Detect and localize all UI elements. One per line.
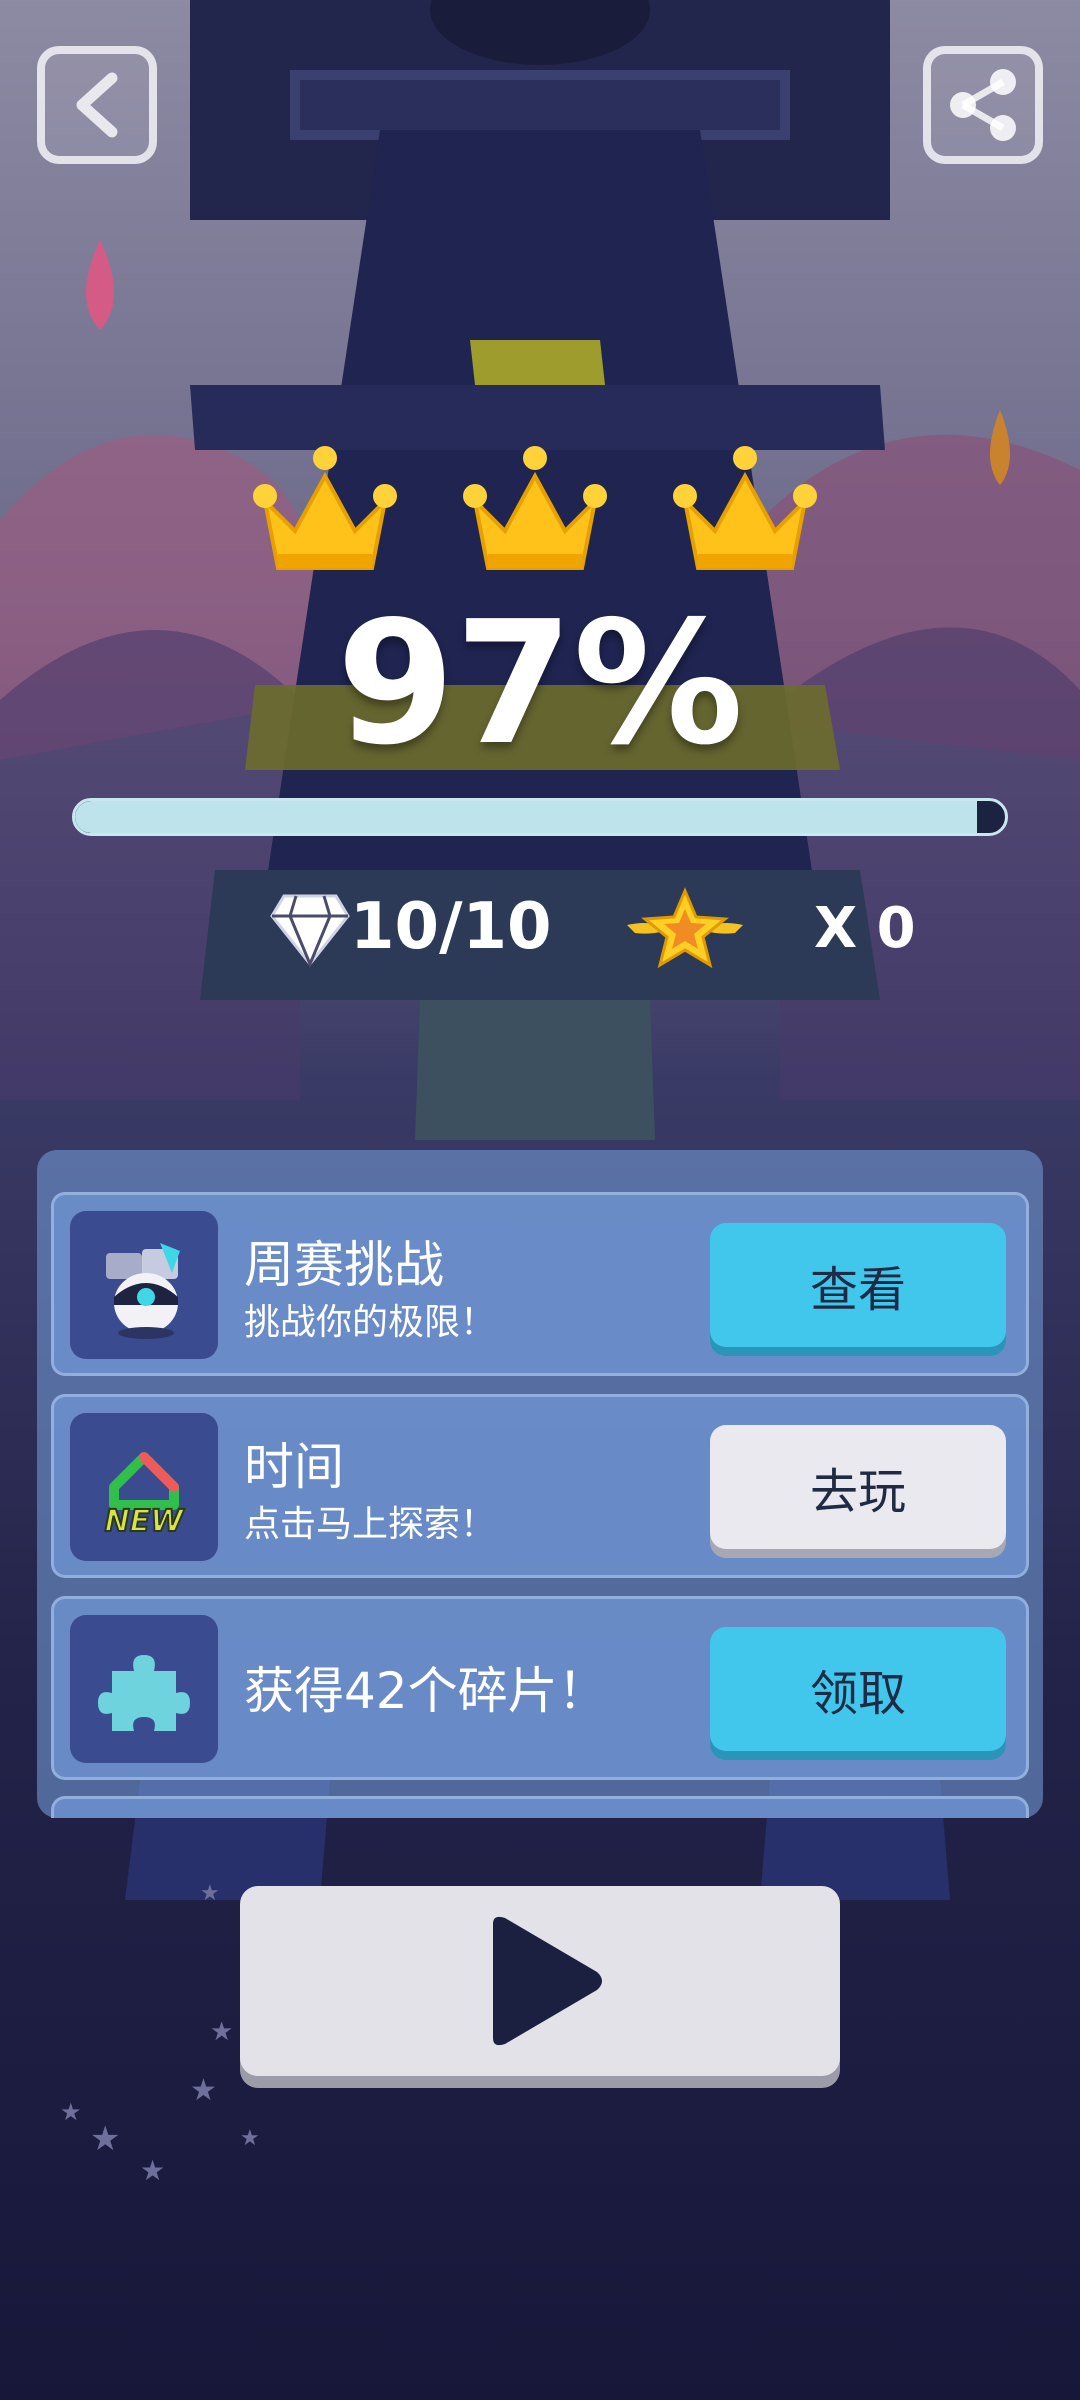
offer-title: 时间 bbox=[244, 1438, 344, 1496]
next-offer-row-peek bbox=[51, 1796, 1029, 1818]
view-button[interactable]: 查看 bbox=[710, 1223, 1006, 1347]
crown-icon bbox=[673, 446, 817, 570]
new-level-row: NEW 时间 点击马上探索！ 去玩 bbox=[51, 1394, 1029, 1578]
svg-text:★: ★ bbox=[240, 2126, 260, 2151]
back-arrow-icon bbox=[76, 72, 118, 138]
winged-star-icon bbox=[627, 887, 743, 969]
progress-fill bbox=[75, 801, 978, 833]
offer-title: 周赛挑战 bbox=[244, 1236, 444, 1294]
star-multiplier: X 0 bbox=[814, 896, 916, 961]
share-icon bbox=[950, 69, 1016, 141]
weekly-challenge-row: 周赛挑战 挑战你的极限！ 查看 bbox=[51, 1192, 1029, 1376]
svg-text:★: ★ bbox=[140, 2154, 165, 2187]
fragment-reward-row: 获得42个碎片！ 领取 bbox=[51, 1596, 1029, 1780]
offer-subtitle: 点击马上探索！ bbox=[244, 1504, 497, 1545]
back-button[interactable] bbox=[37, 46, 157, 164]
play-now-button[interactable]: 去玩 bbox=[710, 1425, 1006, 1549]
new-house-icon: NEW bbox=[70, 1413, 218, 1561]
stats-row: 10/10 X 0 bbox=[0, 880, 1080, 980]
diamond-icon bbox=[270, 894, 350, 968]
claim-button[interactable]: 领取 bbox=[710, 1627, 1006, 1751]
new-badge: NEW bbox=[105, 1504, 186, 1539]
offer-subtitle: 挑战你的极限！ bbox=[244, 1302, 497, 1343]
play-icon bbox=[493, 1916, 602, 2046]
gem-count: 10/10 bbox=[350, 890, 552, 964]
puzzle-piece-icon bbox=[70, 1615, 218, 1763]
completion-progress-bar bbox=[72, 798, 1008, 836]
rewards-panel: 周赛挑战 挑战你的极限！ 查看 NEW 时间 点击马上探索！ 去玩 获得42个碎… bbox=[37, 1150, 1043, 1818]
robot-icon bbox=[70, 1211, 218, 1359]
crown-icon bbox=[463, 446, 607, 570]
svg-text:★: ★ bbox=[60, 2098, 82, 2126]
svg-text:★: ★ bbox=[210, 2017, 233, 2047]
share-button[interactable] bbox=[923, 46, 1043, 164]
svg-text:★: ★ bbox=[200, 1881, 220, 1906]
crown-rating bbox=[250, 436, 830, 586]
crown-icon bbox=[253, 446, 397, 570]
completion-percent: 97% bbox=[336, 585, 744, 783]
play-button[interactable] bbox=[240, 1886, 840, 2076]
svg-text:★: ★ bbox=[90, 2119, 120, 2159]
svg-text:★: ★ bbox=[190, 2073, 217, 2108]
offer-title: 获得42个碎片！ bbox=[244, 1662, 608, 1720]
